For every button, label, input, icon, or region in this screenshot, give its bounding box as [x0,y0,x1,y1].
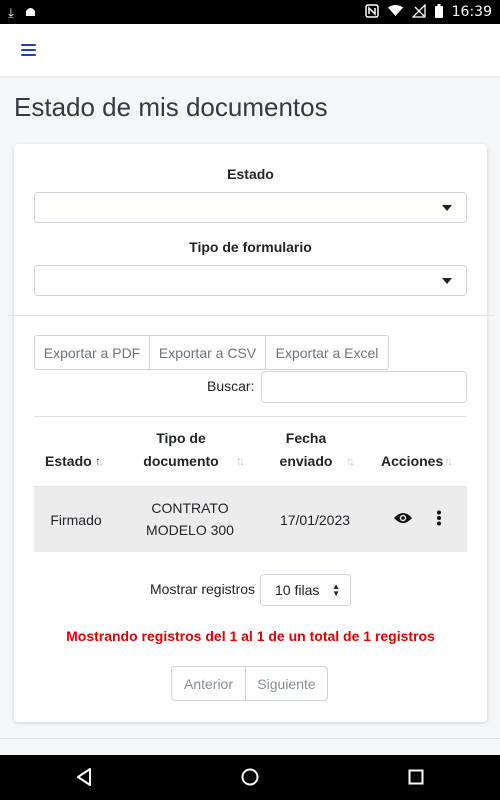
column-header-acciones[interactable]: Acciones [381,450,443,473]
cell-fecha-enviado: 17/01/2023 [279,512,351,528]
tipo-formulario-label: Tipo de formulario [189,239,312,255]
column-header-tipo-documento[interactable]: Tipo de documento [126,427,236,473]
status-time: 16:39 [451,4,492,20]
next-page-button[interactable]: Siguiente [245,666,328,701]
footer-divider [0,738,500,739]
show-records-label: Mostrar registros [150,581,256,597]
recent-apps-icon[interactable] [408,769,424,790]
search-label: Buscar: [207,378,255,394]
hamburger-menu-icon[interactable] [21,44,36,56]
previous-page-button[interactable]: Anterior [171,666,246,701]
nfc-icon [364,4,379,20]
rows-per-page-select[interactable]: 10 filas ▲ ▼ [260,574,351,606]
wifi-icon [387,5,403,19]
sort-icon[interactable]: ↑↓ [346,454,355,468]
estado-label: Estado [227,166,274,182]
divider [8,315,494,316]
pagination: Anterior Siguiente [171,666,328,701]
tipo-formulario-select[interactable] [34,265,467,296]
more-options-icon[interactable] [436,510,442,531]
documents-card: Estado Tipo de formulario Exportar a PDF… [8,144,494,722]
sort-icon[interactable]: ↑↓ [236,454,245,468]
status-bar: ⤓ 16:39 [0,0,500,24]
download-icon: ⤓ [8,4,14,20]
sort-icon[interactable]: ↑↓ [444,454,453,468]
cell-estado: Firmado [50,512,102,528]
column-header-fecha-enviado[interactable]: Fecha enviado [266,427,346,473]
page-title: Estado de mis documentos [14,92,328,122]
back-icon[interactable] [76,768,92,791]
android-debug-icon [24,5,37,19]
dropdown-caret-icon [442,205,452,211]
navigation-bar [0,755,500,800]
dropdown-caret-icon [442,278,452,284]
home-icon[interactable] [241,768,259,791]
estado-select[interactable] [34,192,467,223]
signal-off-icon [411,3,426,20]
column-header-estado[interactable]: Estado [45,450,92,473]
table-border [34,416,467,417]
select-updown-icon: ▲ ▼ [332,582,340,598]
table-row: Firmado CONTRATO MODELO 300 17/01/2023 [34,486,467,552]
records-info: Mostrando registros del 1 al 1 de un tot… [66,628,435,644]
export-excel-button[interactable]: Exportar a Excel [265,335,389,370]
app-header [0,24,500,76]
search-input[interactable] [261,371,467,403]
sort-ascending-icon[interactable]: ↑↓ [95,454,104,468]
view-eye-icon[interactable] [393,511,413,530]
cell-tipo-documento: CONTRATO MODELO 300 [146,500,234,538]
export-button-group: Exportar a PDF Exportar a CSV Exportar a… [34,335,389,370]
export-csv-button[interactable]: Exportar a CSV [149,335,266,370]
battery-icon [434,4,443,20]
export-pdf-button[interactable]: Exportar a PDF [34,335,150,370]
